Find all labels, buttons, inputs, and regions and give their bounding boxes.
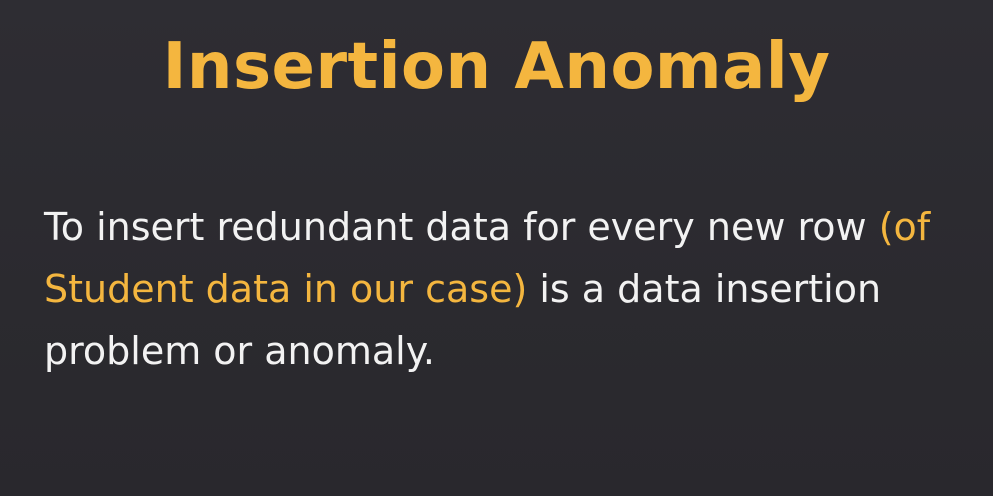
body-text-part1: To insert redundant data for every new r… (44, 205, 879, 249)
slide: Insertion Anomaly To insert redundant da… (0, 0, 993, 496)
slide-title: Insertion Anomaly (162, 30, 831, 104)
slide-body: To insert redundant data for every new r… (44, 196, 974, 382)
